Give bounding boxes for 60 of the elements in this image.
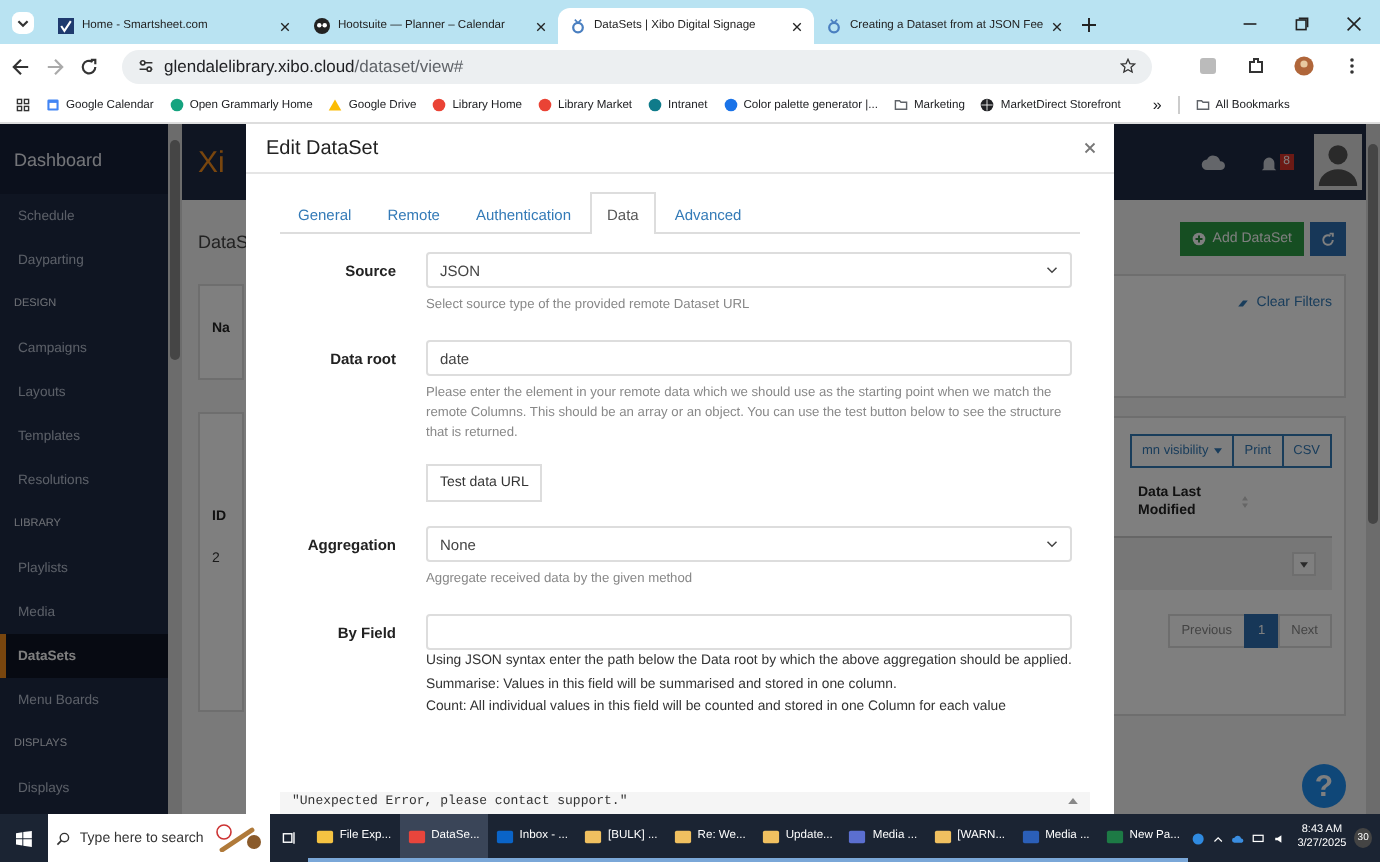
tab-search-icon[interactable] (12, 12, 34, 34)
document-icon (1021, 827, 1040, 845)
task-view-icon[interactable] (281, 830, 296, 846)
site-settings-icon[interactable] (138, 58, 154, 74)
dialog-title: Edit DataSet (266, 137, 379, 159)
caret-icon (1214, 448, 1223, 454)
speaker-icon[interactable] (1273, 831, 1286, 845)
new-tab-icon[interactable] (1082, 18, 1096, 32)
address-field[interactable]: glendalelibrary.xibo.cloud/dataset/view# (122, 49, 1152, 83)
scrollbar[interactable] (1366, 124, 1380, 814)
row-menu-button[interactable] (1292, 552, 1316, 577)
restore-icon[interactable] (1294, 16, 1310, 32)
profile-avatar-icon[interactable] (1294, 56, 1314, 76)
refresh-icon (1320, 231, 1336, 247)
owl-icon (314, 18, 330, 34)
reload-icon[interactable] (80, 57, 98, 75)
people-icon (848, 827, 867, 845)
cloud-icon[interactable] (1199, 153, 1228, 171)
windows-start-icon[interactable] (16, 829, 32, 847)
chevron-down-icon (1046, 266, 1058, 274)
folder-icon (1195, 98, 1210, 112)
mail-app-icon (495, 827, 514, 845)
envelope-icon (761, 827, 780, 845)
sidebar-header-link[interactable]: Dashboard (0, 124, 168, 194)
avatar[interactable] (1314, 134, 1362, 190)
refresh-button[interactable] (1310, 222, 1346, 256)
bookmark-star-icon[interactable] (1120, 58, 1136, 74)
page-title: DataS (198, 232, 244, 252)
chevron-down-icon (1046, 540, 1058, 548)
spreadsheet-icon (1105, 827, 1124, 845)
eraser-icon (1236, 297, 1251, 309)
folder-icon (315, 827, 334, 845)
envelope-icon (673, 827, 692, 845)
caret-icon (1300, 561, 1308, 568)
envelope-icon (583, 827, 602, 845)
text-input-field[interactable] (426, 614, 1072, 650)
close-icon[interactable] (536, 21, 546, 31)
more-bookmarks-button[interactable]: » (1152, 96, 1162, 114)
plus-circle-icon (1192, 232, 1207, 246)
close-icon[interactable] (1346, 16, 1362, 32)
envelope-icon (933, 827, 952, 845)
bell-icon[interactable] (1259, 153, 1278, 171)
url-path: /dataset/view# (354, 56, 464, 76)
scroll-up-icon[interactable] (1068, 798, 1078, 804)
baseball-bat-icon (213, 824, 262, 852)
search-icon (55, 831, 70, 845)
app-tray-icon[interactable] (1191, 831, 1205, 845)
puzzle-icon[interactable] (1246, 56, 1266, 76)
close-icon[interactable] (792, 21, 802, 31)
checkmark-icon (58, 18, 74, 34)
scrollbar[interactable] (168, 124, 182, 814)
close-icon[interactable] (1051, 21, 1062, 31)
cloud-icon[interactable] (1232, 831, 1245, 845)
chevron-up-icon[interactable] (1212, 831, 1225, 845)
apps-grid-icon[interactable] (16, 98, 30, 112)
close-icon[interactable] (280, 21, 290, 31)
monitor-icon[interactable] (1252, 831, 1266, 845)
url-host: glendalelibrary.xibo.cloud (164, 56, 355, 76)
browser-icon (407, 827, 426, 845)
back-arrow-icon[interactable] (12, 57, 30, 75)
